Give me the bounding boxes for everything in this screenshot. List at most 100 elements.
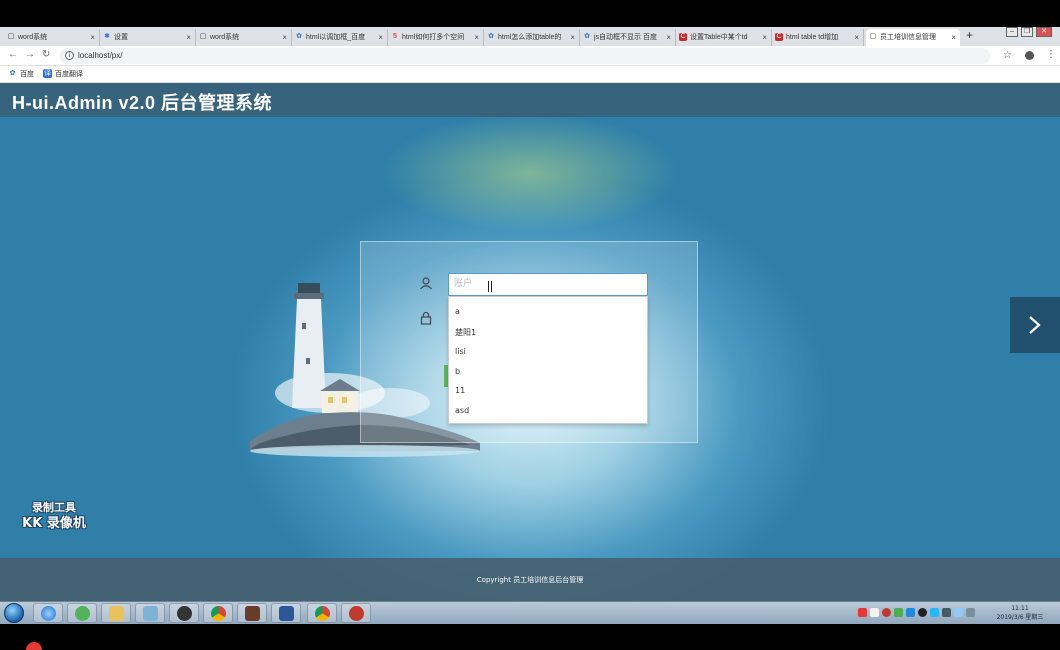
taskbar-app-5[interactable] <box>169 603 199 623</box>
doc-icon: ▢ <box>869 33 877 40</box>
wechat-icon <box>75 606 90 621</box>
close-window-icon[interactable]: ✕ <box>1036 27 1052 37</box>
account-icon[interactable] <box>1025 51 1034 60</box>
tab-10-active[interactable]: ▢ 员工培训信息管理 × <box>866 29 960 46</box>
close-icon[interactable]: × <box>666 29 671 46</box>
csdn-icon: C <box>775 33 783 41</box>
suggestion-item[interactable]: lisi <box>455 347 466 356</box>
close-icon[interactable]: × <box>762 29 767 46</box>
csdn-icon: C <box>679 33 687 41</box>
tab-8[interactable]: C 设置Table中某个td × <box>676 29 772 46</box>
bookmark-star-icon[interactable]: ☆ <box>1003 50 1012 61</box>
address-bar: ← → ↻ i localhost/px/ ☆ ⋮ <box>0 46 1060 66</box>
page-footer: Copyright 员工培训信息后台管理 <box>0 558 1060 601</box>
tray-icon[interactable] <box>894 608 903 617</box>
tab-1[interactable]: ▢ word系统 × <box>4 29 100 46</box>
network-icon[interactable] <box>954 608 963 617</box>
url-text: localhost/px/ <box>78 51 123 60</box>
suggestion-item[interactable]: 11 <box>455 386 465 395</box>
user-icon <box>420 277 432 290</box>
taskbar-recorder[interactable] <box>341 603 371 623</box>
doc-icon: ▢ <box>7 33 15 40</box>
close-icon[interactable]: × <box>90 29 95 46</box>
back-icon[interactable]: ← <box>8 49 18 60</box>
tab-2[interactable]: ✱ 设置 × <box>100 29 196 46</box>
app-icon <box>143 606 158 621</box>
reload-icon[interactable]: ↻ <box>42 49 50 60</box>
tray-icon[interactable] <box>930 608 939 617</box>
translate-icon: 译 <box>43 69 52 78</box>
taskbar-ie[interactable] <box>33 603 63 623</box>
tab-5[interactable]: 5 html如何打多个空间 × <box>388 29 484 46</box>
suggestion-item[interactable]: asd <box>455 406 469 415</box>
footer-copyright: Copyright 员工培训信息后台管理 <box>476 576 584 584</box>
close-icon[interactable]: × <box>282 29 287 46</box>
recorder-icon <box>349 606 364 621</box>
tab-7[interactable]: ✿ js自动框不显示 百度 × <box>580 29 676 46</box>
text-cursor-icon <box>488 281 492 292</box>
taskbar-clock[interactable]: 11:11 2019/3/6 星期三 <box>992 604 1048 622</box>
tab-4[interactable]: ✿ html以调加框_百度 × <box>292 29 388 46</box>
qq-icon[interactable] <box>918 608 927 617</box>
baidu-icon: ✿ <box>488 33 494 40</box>
ie-icon <box>41 606 56 621</box>
volume-icon[interactable] <box>966 608 975 617</box>
tab-6[interactable]: ✿ html怎么添加table的 × <box>484 29 580 46</box>
info-icon[interactable]: i <box>65 51 74 60</box>
bottom-letterbox <box>0 624 1060 650</box>
chrome-icon <box>315 606 330 621</box>
taskbar-app-7[interactable] <box>237 603 267 623</box>
taskbar-word[interactable] <box>271 603 301 623</box>
close-icon[interactable]: × <box>378 29 383 46</box>
forward-icon[interactable]: → <box>25 49 35 60</box>
suggestion-item[interactable]: 楚阳1 <box>455 327 476 338</box>
menu-icon[interactable]: ⋮ <box>1046 49 1056 60</box>
tray-icon[interactable] <box>906 608 915 617</box>
recorder-watermark: 录制工具 KK 录像机 <box>22 501 86 531</box>
next-slide-button[interactable] <box>1010 297 1060 353</box>
bookmark-baidu[interactable]: ✿ 百度 <box>8 69 34 79</box>
page-title: H-ui.Admin v2.0 后台管理系统 <box>12 93 273 113</box>
baidu-icon: ✿ <box>296 33 302 40</box>
windows-taskbar: 11:11 2019/3/6 星期三 <box>0 601 1060 624</box>
tray-icon[interactable] <box>942 608 951 617</box>
taskbar-chrome-2[interactable] <box>307 603 337 623</box>
taskbar-wechat[interactable] <box>67 603 97 623</box>
sogou-icon[interactable] <box>858 608 867 617</box>
suggestion-item[interactable]: a <box>455 307 460 316</box>
close-icon[interactable]: × <box>854 29 859 46</box>
close-icon[interactable]: × <box>951 29 956 46</box>
taskbar-chrome[interactable] <box>203 603 233 623</box>
bookmarks-bar: ✿ 百度 译百度翻译 <box>0 66 1060 83</box>
close-icon[interactable]: × <box>186 29 191 46</box>
account-input[interactable]: 账户 <box>448 273 648 296</box>
start-button[interactable] <box>4 603 24 623</box>
minimize-icon[interactable]: – <box>1006 27 1018 37</box>
new-tab-button[interactable]: + <box>966 28 973 42</box>
screen: ▢ word系统 × ✱ 设置 × ▢ word系统 × ✿ html以调加框_百度 × 5 ht… <box>0 0 1060 650</box>
person-icon <box>177 606 192 621</box>
close-icon[interactable]: × <box>570 29 575 46</box>
h5-icon: 5 <box>393 33 397 40</box>
browser-tab-bar: ▢ word系统 × ✱ 设置 × ▢ word系统 × ✿ html以调加框_百度 × 5 ht… <box>0 27 1060 46</box>
tab-3[interactable]: ▢ word系统 × <box>196 29 292 46</box>
tray-icon[interactable] <box>870 608 879 617</box>
word-icon <box>279 606 294 621</box>
lock-icon <box>420 311 432 325</box>
taskbar-explorer[interactable] <box>101 603 131 623</box>
restore-icon[interactable]: ❐ <box>1021 27 1033 37</box>
close-icon[interactable]: × <box>474 29 479 46</box>
baidu-icon: ✿ <box>584 33 590 40</box>
taskbar-app-4[interactable] <box>135 603 165 623</box>
doc-icon: ▢ <box>199 33 207 40</box>
gear-icon: ✱ <box>104 33 110 40</box>
app-icon <box>245 606 260 621</box>
tray-icon[interactable] <box>882 608 891 617</box>
login-page: H-ui.Admin v2.0 后台管理系统 账户 a 楚阳1 lisi b 1… <box>0 83 1060 601</box>
bookmark-baidu-translate[interactable]: 译百度翻译 <box>43 69 83 79</box>
baidu-icon: ✿ <box>8 69 17 78</box>
tab-9[interactable]: Chtml table td增加 × <box>772 29 864 46</box>
folder-icon <box>109 606 124 621</box>
suggestion-item[interactable]: b <box>455 367 460 376</box>
url-input[interactable]: i localhost/px/ <box>60 48 990 64</box>
